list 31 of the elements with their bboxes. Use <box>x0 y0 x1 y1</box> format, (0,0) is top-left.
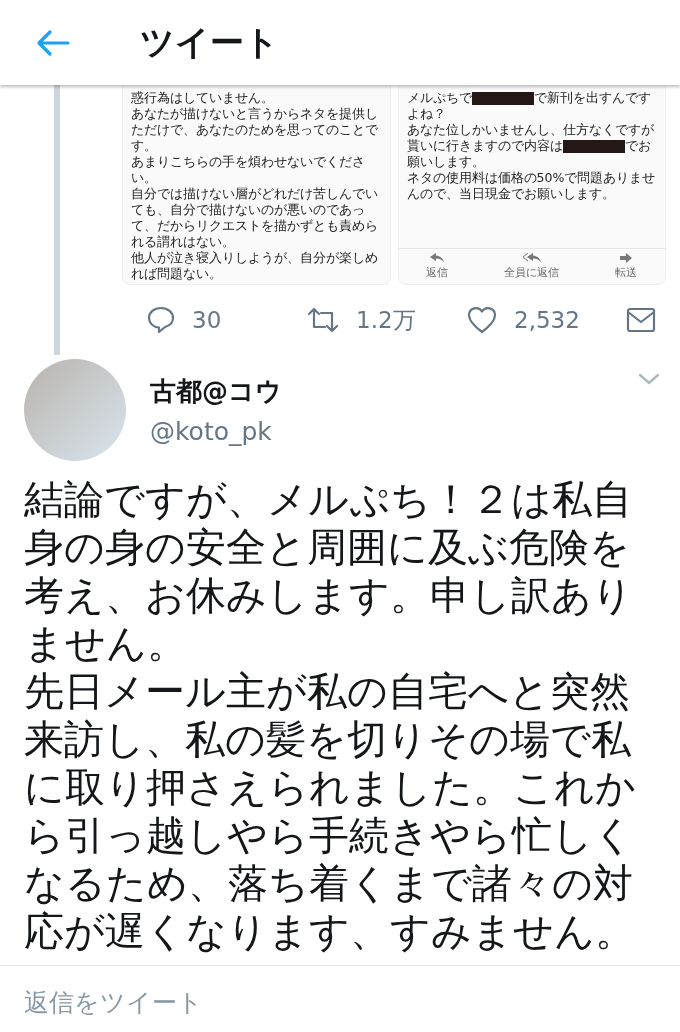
message-text: あまりこちらの手を煩わせないでください。 <box>131 154 366 186</box>
author-handle: @koto_pk <box>150 417 273 446</box>
message-text: メルぷちで で新刊を出すんですよね？ <box>406 90 652 122</box>
message-text: 惑行為はしていません。 <box>131 90 275 106</box>
message-text: あなた位しかいませんし、仕方なくですが貰いに行きますので内容は でお願いします。 <box>406 122 655 170</box>
mail-action-button[interactable]: 転送 <box>615 253 638 280</box>
forward-arrow-icon <box>620 253 633 263</box>
message-text: ネタの使用料は価格の50%で問題ありませんので、当日現金でお願いします。 <box>406 170 657 202</box>
reply-button[interactable]: 30 <box>146 305 306 335</box>
dm-button[interactable] <box>626 307 656 333</box>
message-text: 他人が泣き寝入りしようが、自分が楽しめれば問題ない。 <box>131 250 379 282</box>
redaction-bar <box>471 92 534 105</box>
page-title: ツイート <box>140 20 279 64</box>
author-name: 古都@コウ <box>150 375 283 408</box>
tweet-text: 結論ですが、メルぷち！２は私自身の身の安全と周囲に及ぶ危険を考え、お休みします。申し訳ありません。 <box>24 475 634 667</box>
mail-action-button[interactable]: 全員に返信 <box>504 253 560 280</box>
like-button[interactable]: 2,532 <box>466 305 626 335</box>
speech-bubble-icon <box>146 305 176 335</box>
heart-icon <box>466 305 498 335</box>
message-text: あなたが描けないと言うからネタを提供しただけで、あなたのためを思ってのことです。 <box>131 106 379 154</box>
reply-all-arrow-icon <box>522 253 541 263</box>
retweet-button[interactable]: 1.2万 <box>306 304 466 336</box>
retweet-icon <box>306 306 340 334</box>
back-arrow-icon[interactable] <box>36 28 70 57</box>
envelope-icon <box>626 307 656 333</box>
chevron-down-icon[interactable] <box>638 373 660 385</box>
redaction-bar <box>562 140 625 153</box>
mail-action-button[interactable]: 返信 <box>426 253 449 280</box>
message-text: 自分では描けない層がどれだけ苦しんでいても、自分で描けないのが悪いのであって、だからリクエストを描かずとも責められる謂れはない。 <box>131 186 379 250</box>
tweet-text: 先日メール主が私の自宅へと突然来訪し、私の髪を切りその場で私に取り押さえられました。これから引っ越しやら手続きやら忙しくなるため、落ち着くまで諸々の対応が遅くなります、すみません。 <box>24 667 637 955</box>
reply-arrow-icon <box>430 253 445 263</box>
